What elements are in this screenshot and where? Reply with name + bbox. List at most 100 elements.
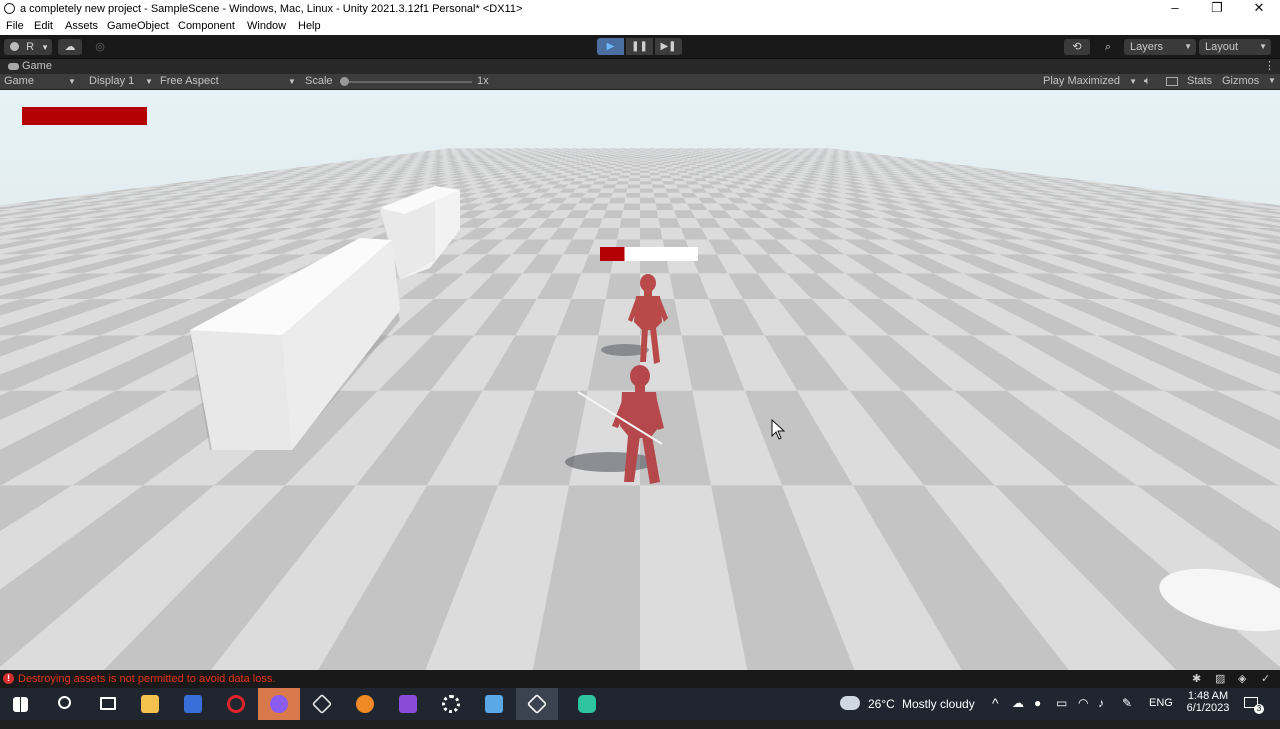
- scale-slider[interactable]: [340, 81, 472, 83]
- ground-tile: [665, 188, 680, 192]
- undo-history-button[interactable]: ⟲: [1064, 39, 1090, 55]
- ground-tile: [646, 152, 652, 153]
- volume-icon[interactable]: ♪: [1098, 696, 1104, 728]
- step-button[interactable]: ▶❚: [655, 38, 682, 55]
- mute-audio-icon[interactable]: 🔈︎: [1144, 75, 1151, 88]
- ground-tile: [655, 150, 661, 151]
- more-options-icon[interactable]: ⋮: [1264, 59, 1275, 72]
- menu-help[interactable]: Help: [298, 20, 321, 32]
- pen-icon[interactable]: ✎: [1122, 696, 1132, 728]
- search-button[interactable]: ⌕: [1096, 39, 1120, 55]
- file-explorer-icon[interactable]: [129, 688, 171, 720]
- chevron-down-icon: ▼: [1259, 39, 1267, 55]
- ground-tile: [601, 152, 607, 153]
- weather-widget[interactable]: 26°C Mostly cloudy: [838, 688, 988, 720]
- ground-tile: [658, 218, 680, 228]
- play-mode-dropdown[interactable]: Play Maximized ▼: [1043, 75, 1137, 87]
- ground-tile: [661, 150, 667, 151]
- pause-button[interactable]: ❚❚: [626, 38, 653, 55]
- ground-tile: [602, 185, 616, 189]
- onedrive-icon[interactable]: ☁: [1012, 696, 1024, 728]
- ground-tile: [656, 152, 662, 153]
- ground-tile: [655, 150, 661, 151]
- game-tab[interactable]: Game: [22, 60, 52, 72]
- grid-icon[interactable]: [1166, 77, 1178, 86]
- ground-tile: [628, 181, 640, 184]
- layers-label: Layers: [1130, 41, 1163, 53]
- menu-component[interactable]: Component: [178, 20, 235, 32]
- windows-start-icon[interactable]: [0, 688, 42, 720]
- restore-button[interactable]: ❐: [1196, 0, 1238, 18]
- chevron-down-icon[interactable]: ▼: [1268, 76, 1276, 85]
- ground-tile: [646, 153, 652, 154]
- cloud-button[interactable]: ☁: [58, 39, 82, 55]
- layout-dropdown[interactable]: Layout ▼: [1199, 39, 1271, 55]
- task-view-icon[interactable]: [86, 688, 128, 720]
- ground-tile: [670, 162, 679, 163]
- editor-icon[interactable]: ▨: [1215, 672, 1225, 685]
- ground-tile: [606, 148, 612, 149]
- discord-icon[interactable]: [566, 688, 608, 720]
- ground-tile: [597, 154, 604, 155]
- aspect-dropdown[interactable]: Free Aspect ▼: [160, 75, 296, 87]
- scale-label: Scale: [305, 75, 333, 87]
- minimize-button[interactable]: –: [1154, 0, 1196, 18]
- ground-tile: [609, 150, 615, 151]
- clock[interactable]: 1:48 AM 6/1/2023: [1180, 688, 1236, 720]
- wifi-icon[interactable]: ◠: [1078, 696, 1088, 728]
- play-button[interactable]: ▶: [597, 38, 624, 55]
- ground-tile: [609, 162, 618, 163]
- remote-desktop-icon[interactable]: [473, 688, 515, 720]
- menu-gameobject[interactable]: GameObject: [107, 20, 169, 32]
- battery-icon[interactable]: ▭: [1056, 696, 1067, 728]
- ground-tile: [655, 149, 660, 150]
- microphone-icon[interactable]: ●: [1034, 696, 1041, 728]
- search-icon[interactable]: [43, 688, 85, 720]
- visual-studio-icon[interactable]: [387, 688, 429, 720]
- scale-slider-handle[interactable]: [340, 77, 349, 86]
- ground-tile: [640, 157, 647, 158]
- check-icon[interactable]: ✓: [1261, 672, 1270, 685]
- ground-tile: [670, 175, 682, 178]
- settings-icon[interactable]: [430, 688, 472, 720]
- opera-icon[interactable]: [215, 688, 257, 720]
- account-dropdown[interactable]: R ▼: [4, 39, 52, 55]
- ground-tile: [673, 148, 679, 149]
- blender-icon[interactable]: [344, 688, 386, 720]
- menu-edit[interactable]: Edit: [34, 20, 53, 32]
- show-hidden-icons-icon[interactable]: ^: [992, 695, 999, 727]
- ground-tile: [620, 149, 625, 150]
- ground-tile: [645, 150, 650, 151]
- ground-tile: [606, 178, 618, 181]
- notification-center-icon[interactable]: 3: [1242, 688, 1266, 720]
- ground-tile: [631, 169, 640, 171]
- layers-dropdown[interactable]: Layers ▼: [1124, 39, 1196, 55]
- messenger-icon[interactable]: [258, 688, 300, 720]
- ground-tile: [611, 159, 619, 160]
- language-indicator[interactable]: ENG: [1149, 697, 1173, 729]
- console-status-bar[interactable]: ! Destroying assets is not permitted to …: [0, 670, 1280, 688]
- debug-icon[interactable]: ✱: [1192, 672, 1201, 685]
- ground-tile: [640, 175, 651, 178]
- play-mode-label: Play Maximized: [1043, 75, 1120, 87]
- menu-file[interactable]: File: [6, 20, 24, 32]
- game-mode-dropdown[interactable]: Game ▼: [4, 75, 78, 87]
- chevron-down-icon: ▼: [145, 77, 153, 86]
- visual-studio-code-icon[interactable]: [172, 688, 214, 720]
- collab-button[interactable]: ◎: [88, 39, 112, 55]
- ground-tile: [671, 163, 680, 165]
- display-dropdown[interactable]: Display 1 ▼: [89, 75, 153, 87]
- close-button[interactable]: ✕: [1238, 0, 1280, 18]
- ground-tile: [648, 165, 657, 167]
- unity-hub-icon[interactable]: [301, 688, 343, 720]
- unity-editor-icon[interactable]: [516, 688, 558, 720]
- game-viewport[interactable]: [0, 90, 1280, 670]
- player-health-bar: [22, 107, 147, 125]
- menu-assets[interactable]: Assets: [65, 20, 98, 32]
- ground-tile: [616, 153, 622, 154]
- cloud-sync-icon[interactable]: ◈: [1238, 672, 1246, 685]
- menu-window[interactable]: Window: [247, 20, 286, 32]
- gizmos-button[interactable]: Gizmos: [1222, 75, 1259, 87]
- ground-tile: [650, 173, 661, 175]
- stats-button[interactable]: Stats: [1187, 75, 1212, 87]
